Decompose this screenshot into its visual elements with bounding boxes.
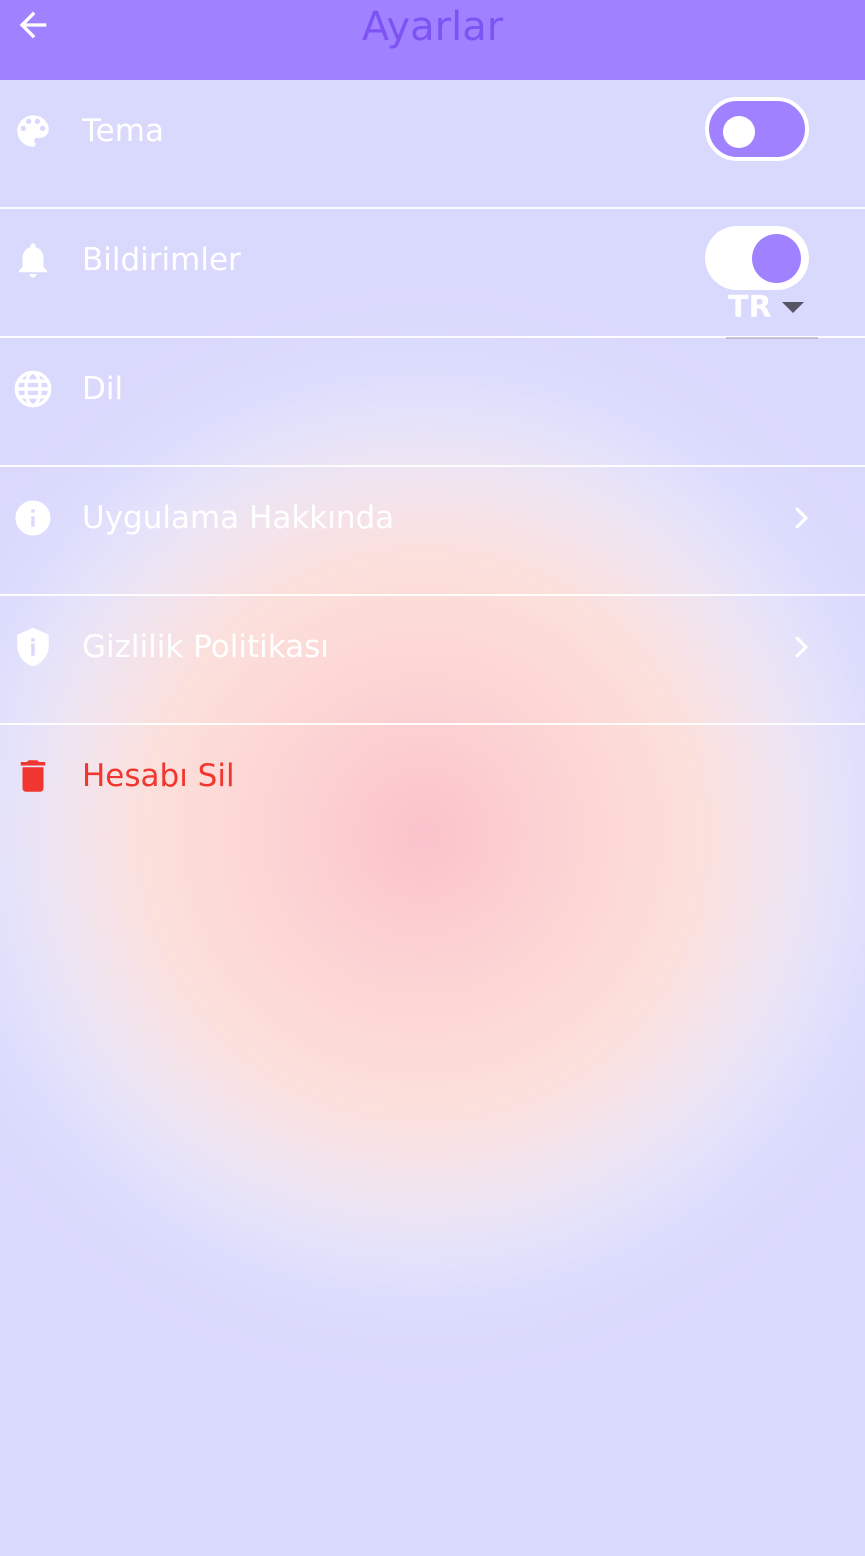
- theme-toggle[interactable]: [705, 97, 809, 161]
- toggle-knob: [723, 116, 755, 148]
- language-dropdown[interactable]: TR: [726, 284, 818, 339]
- settings-list: Tema Bildirimler Dil Uygulama Hakkında G…: [0, 80, 865, 852]
- app-bar: Ayarlar: [0, 0, 865, 80]
- delete-account-label: Hesabı Sil: [82, 758, 235, 794]
- settings-item-theme[interactable]: Tema: [0, 80, 865, 209]
- settings-item-privacy[interactable]: Gizlilik Politikası: [0, 596, 865, 725]
- bell-icon: [12, 239, 54, 281]
- settings-item-language: Dil: [0, 338, 865, 467]
- notifications-toggle[interactable]: [705, 226, 809, 290]
- privacy-label: Gizlilik Politikası: [82, 629, 329, 665]
- chevron-right-icon: [795, 636, 808, 658]
- theme-label: Tema: [82, 113, 164, 149]
- settings-item-about[interactable]: Uygulama Hakkında: [0, 467, 865, 596]
- trash-icon: [12, 755, 54, 797]
- settings-item-delete-account[interactable]: Hesabı Sil: [0, 725, 865, 852]
- toggle-knob: [752, 234, 801, 283]
- caret-down-icon: [782, 302, 804, 313]
- about-label: Uygulama Hakkında: [82, 500, 395, 536]
- language-selected-value: TR: [728, 290, 772, 325]
- globe-icon: [12, 368, 54, 410]
- info-icon: [12, 497, 54, 539]
- shield-icon: [12, 626, 54, 668]
- chevron-right-icon: [795, 507, 808, 529]
- page-title: Ayarlar: [361, 4, 504, 50]
- language-label: Dil: [82, 371, 124, 407]
- notifications-label: Bildirimler: [82, 242, 241, 278]
- palette-icon: [12, 110, 54, 152]
